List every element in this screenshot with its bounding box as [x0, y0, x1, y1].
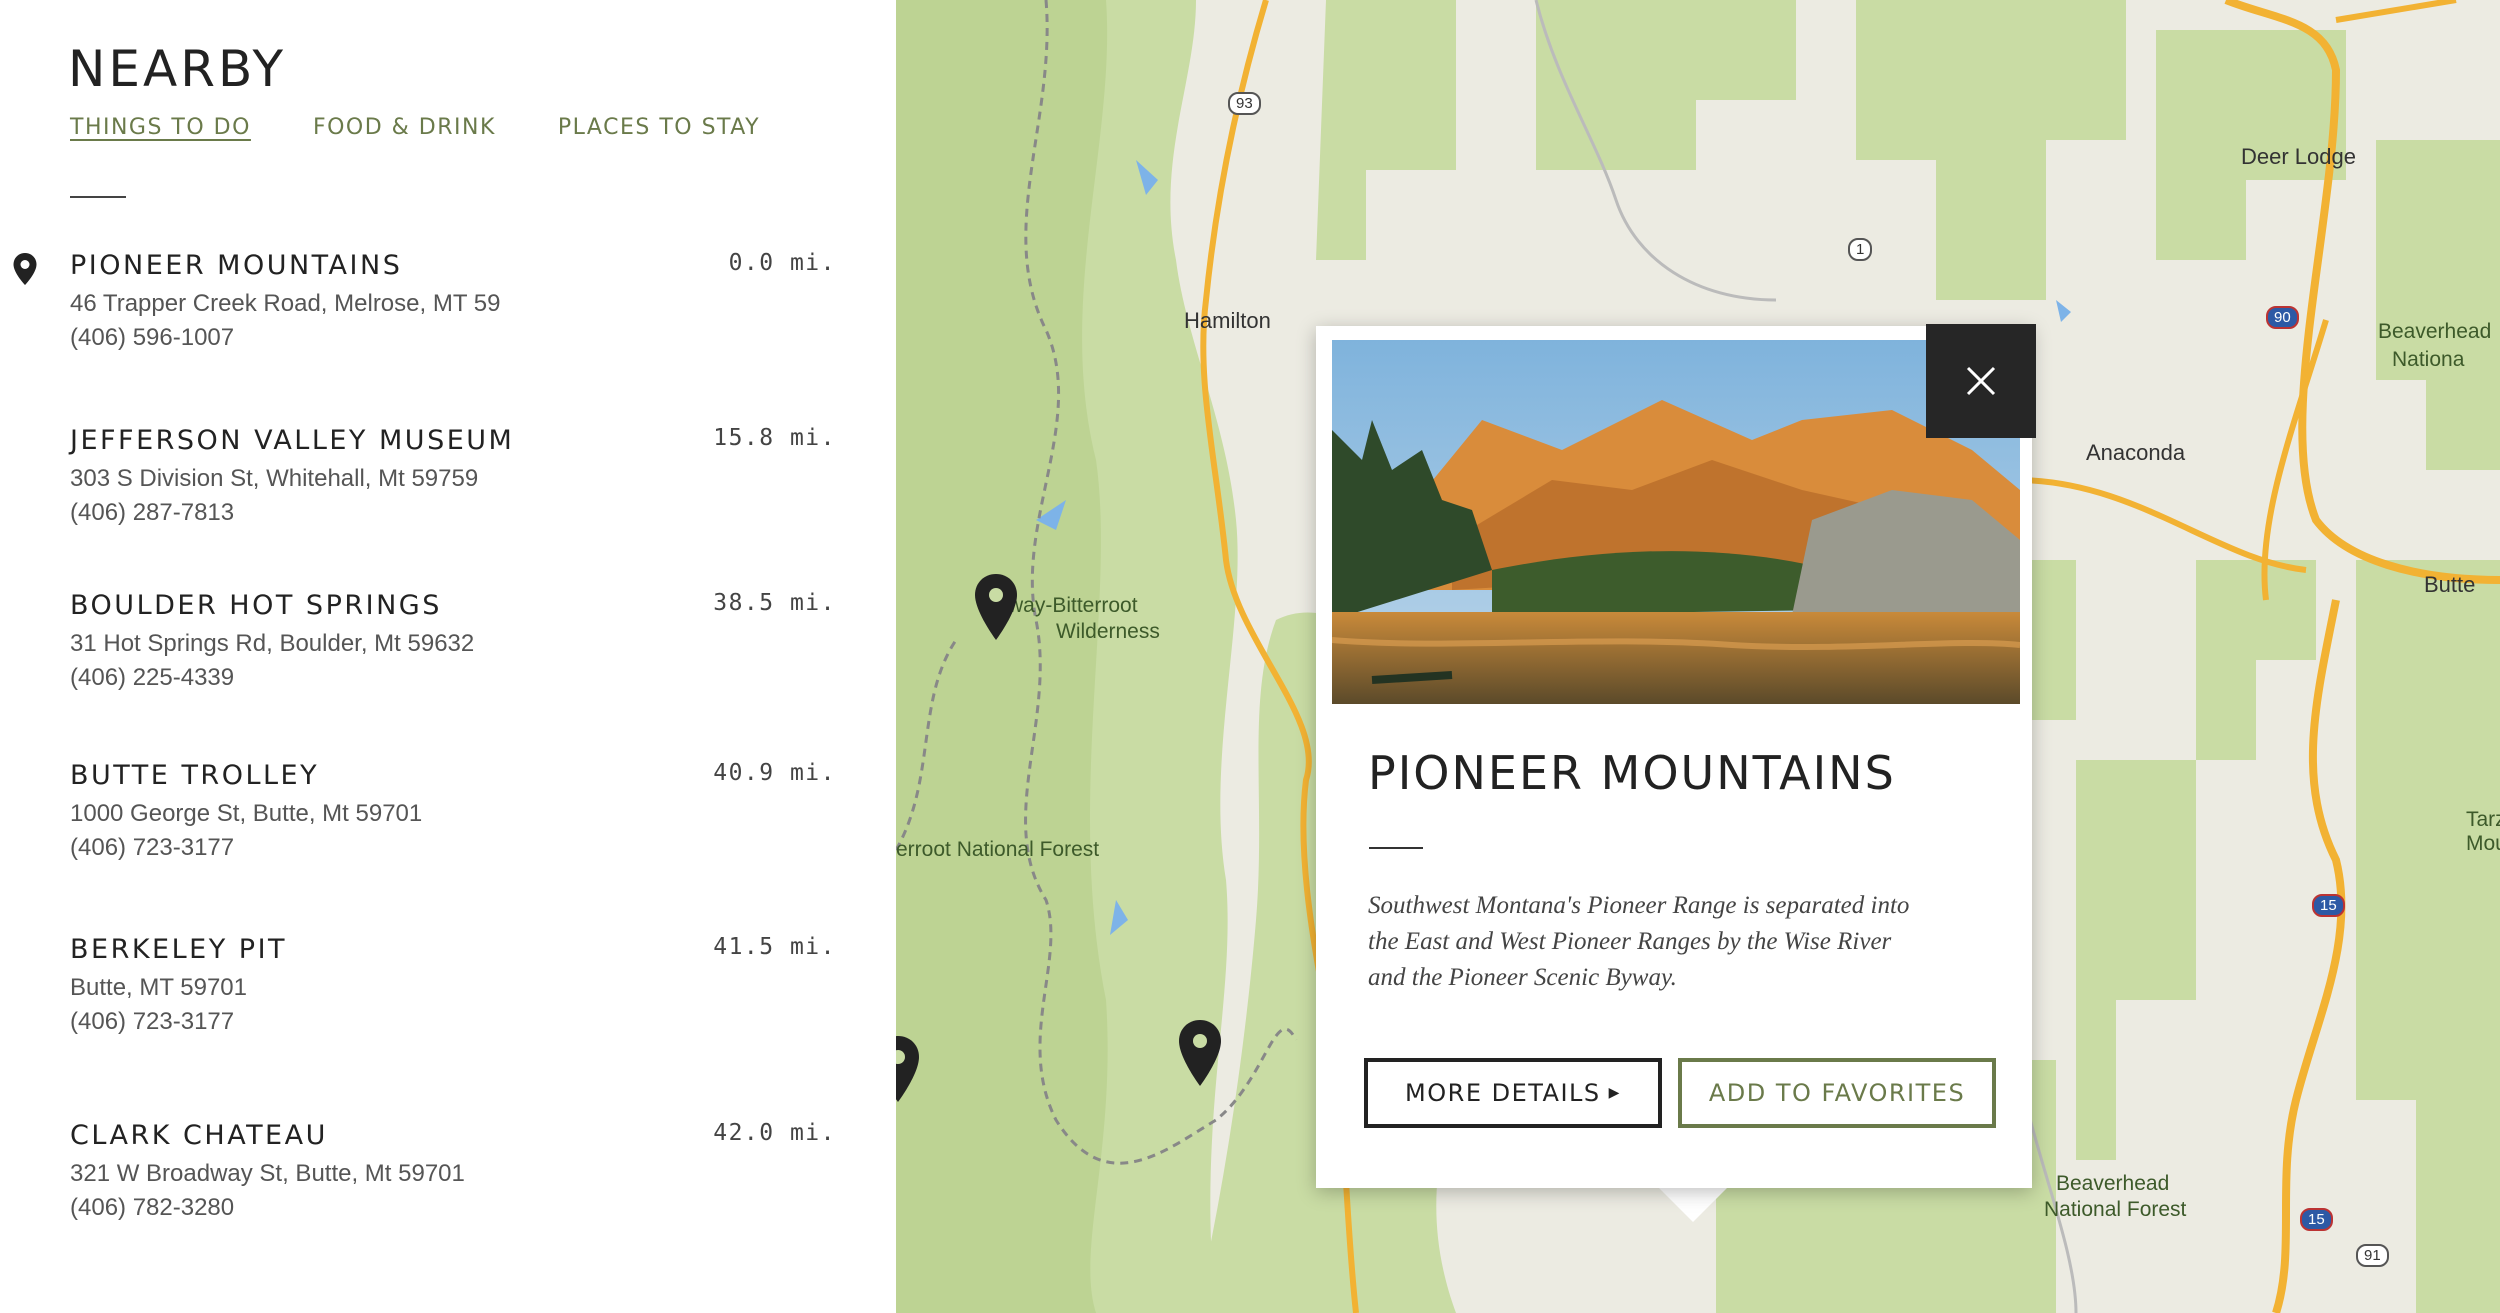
place-name: BUTTE TROLLEY [70, 760, 320, 791]
divider [1369, 847, 1423, 849]
tab-things-to-do[interactable]: THINGS TO DO [70, 115, 251, 140]
place-distance: 38.5 mi. [713, 590, 836, 616]
place-phone[interactable]: (406) 225-4339 [70, 664, 234, 692]
close-button[interactable] [1926, 324, 2036, 438]
list-item-butte-trolley[interactable]: BUTTE TROLLEY 40.9 mi. 1000 George St, B… [0, 750, 896, 890]
more-details-button[interactable]: MORE DETAILS ▶ [1364, 1058, 1662, 1128]
map-label-beaverhead-forest-top: Beaverhead [2378, 320, 2492, 343]
map-marker-icon[interactable] [896, 1034, 922, 1104]
location-pin-icon [13, 253, 37, 285]
more-details-label: MORE DETAILS [1405, 1079, 1601, 1107]
map-label-bitterroot-wilderness-line2: Wilderness [1056, 620, 1160, 643]
map-label-right-edge: Tarz [2466, 808, 2500, 831]
map-label-anaconda: Anaconda [2086, 440, 2186, 465]
interstate-shield-15-a: 15 [2312, 894, 2345, 917]
place-distance: 41.5 mi. [713, 934, 836, 960]
list-item-clark-chateau[interactable]: CLARK CHATEAU 42.0 mi. 321 W Broadway St… [0, 1110, 896, 1250]
add-to-favorites-label: ADD TO FAVORITES [1708, 1079, 1966, 1107]
place-phone[interactable]: (406) 596-1007 [70, 324, 234, 352]
map-label-bitterroot-wilderness: way-Bitterroot [1008, 594, 1138, 617]
map-label-deer-lodge: Deer Lodge [2241, 144, 2356, 169]
place-name: PIONEER MOUNTAINS [70, 250, 403, 281]
map-marker-icon[interactable] [1176, 1018, 1224, 1088]
place-name: BERKELEY PIT [70, 934, 288, 965]
tab-places-to-stay[interactable]: PLACES TO STAY [558, 115, 760, 140]
place-phone[interactable]: (406) 723-3177 [70, 834, 234, 862]
place-distance: 42.0 mi. [713, 1120, 836, 1146]
map-label-beaverhead-forest-bottom: Beaverhead [2056, 1172, 2170, 1195]
popup-title: PIONEER MOUNTAINS [1368, 746, 1896, 800]
close-icon [1966, 366, 1996, 396]
route-shield-91: 91 [2356, 1244, 2389, 1267]
popup-description: Southwest Montana's Pioneer Range is sep… [1368, 892, 1910, 991]
place-distance: 40.9 mi. [713, 760, 836, 786]
list-item-berkeley-pit[interactable]: BERKELEY PIT 41.5 mi. Butte, MT 59701 (4… [0, 924, 896, 1064]
interstate-shield-90: 90 [2266, 306, 2299, 329]
place-name: BOULDER HOT SPRINGS [70, 590, 442, 621]
list-item-boulder-hot-springs[interactable]: BOULDER HOT SPRINGS 38.5 mi. 31 Hot Spri… [0, 580, 896, 720]
map-label-beaverhead-forest-top-line2: Nationa [2392, 348, 2465, 371]
route-shield-1: 1 [1848, 238, 1873, 261]
place-name: CLARK CHATEAU [70, 1120, 328, 1151]
place-address: 1000 George St, Butte, Mt 59701 [70, 800, 423, 827]
divider [70, 196, 126, 198]
place-address: 303 S Division St, Whitehall, Mt 59759 [70, 465, 479, 492]
page-title: NEARBY [68, 40, 287, 98]
place-phone[interactable]: (406) 782-3280 [70, 1194, 234, 1222]
caret-right-icon: ▶ [1608, 1085, 1621, 1101]
popup-pointer [1655, 1184, 1731, 1222]
place-address: 46 Trapper Creek Road, Melrose, MT 59 [70, 290, 501, 317]
list-item-pioneer-mountains[interactable]: PIONEER MOUNTAINS 0.0 mi. 46 Trapper Cre… [0, 240, 896, 380]
add-to-favorites-button[interactable]: ADD TO FAVORITES [1678, 1058, 1996, 1128]
place-distance: 15.8 mi. [713, 425, 836, 451]
list-item-jefferson-valley-museum[interactable]: JEFFERSON VALLEY MUSEUM 15.8 mi. 303 S D… [0, 415, 896, 555]
place-address: Butte, MT 59701 [70, 974, 247, 1001]
category-tabs: THINGS TO DO FOOD & DRINK PLACES TO STAY [70, 115, 760, 140]
map-marker-icon[interactable] [972, 572, 1020, 642]
map-label-beaverhead-forest-bottom-line2: National Forest [2044, 1198, 2187, 1221]
map-label-hamilton: Hamilton [1184, 308, 1271, 333]
place-address: 321 W Broadway St, Butte, Mt 59701 [70, 1160, 465, 1187]
map-label-right-edge-line2: Mou [2466, 832, 2500, 855]
route-shield-93: 93 [1228, 92, 1261, 115]
place-popup-card: PIONEER MOUNTAINS Southwest Montana's Pi… [1316, 324, 2036, 1188]
map-label-butte: Butte [2424, 572, 2476, 597]
interstate-shield-15-b: 15 [2300, 1208, 2333, 1231]
place-phone[interactable]: (406) 287-7813 [70, 499, 234, 527]
tab-food-drink[interactable]: FOOD & DRINK [313, 115, 496, 140]
place-phone[interactable]: (406) 723-3177 [70, 1008, 234, 1036]
place-address: 31 Hot Springs Rd, Boulder, Mt 59632 [70, 630, 475, 657]
place-distance: 0.0 mi. [728, 250, 836, 276]
nearby-sidebar: NEARBY THINGS TO DO FOOD & DRINK PLACES … [0, 0, 896, 1313]
place-photo [1332, 340, 2020, 704]
place-name: JEFFERSON VALLEY MUSEUM [70, 425, 515, 456]
map-label-bitterroot-forest: erroot National Forest [896, 838, 1100, 861]
